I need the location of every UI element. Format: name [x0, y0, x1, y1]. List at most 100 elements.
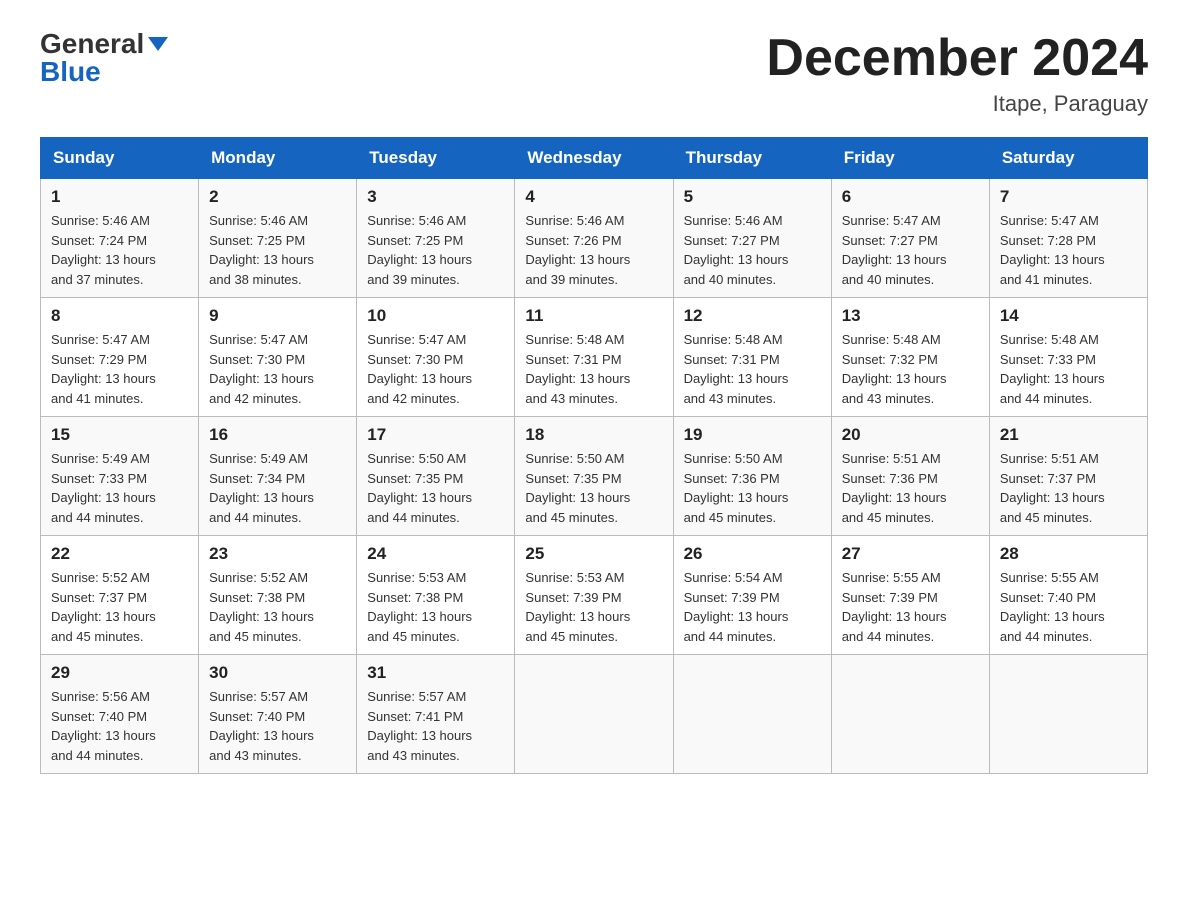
- day-number: 28: [1000, 544, 1137, 564]
- day-number: 15: [51, 425, 188, 445]
- calendar-cell: 4 Sunrise: 5:46 AMSunset: 7:26 PMDaylight…: [515, 179, 673, 298]
- calendar-cell: 24Sunrise: 5:53 AMSunset: 7:38 PMDayligh…: [357, 536, 515, 655]
- day-number: 16: [209, 425, 346, 445]
- calendar-cell: 31 Sunrise: 5:57 AMSunset: 7:41 PMDayligh…: [357, 655, 515, 774]
- week-row-3: 15 Sunrise: 5:49 AMSunset: 7:33 PMDayligh…: [41, 417, 1148, 536]
- day-info: Sunrise: 5:47 AMSunset: 7:27 PMDaylight:…: [842, 211, 979, 289]
- day-info: Sunrise: 5:46 AMSunset: 7:25 PMDaylight:…: [209, 211, 346, 289]
- day-info: Sunrise: 5:48 AMSunset: 7:31 PMDaylight:…: [525, 330, 662, 408]
- weekday-header-sunday: Sunday: [41, 138, 199, 179]
- day-info: Sunrise: 5:49 AMSunset: 7:33 PMDaylight:…: [51, 449, 188, 527]
- day-number: 20: [842, 425, 979, 445]
- calendar-cell: 9 Sunrise: 5:47 AMSunset: 7:30 PMDaylight…: [199, 298, 357, 417]
- calendar-cell: 12Sunrise: 5:48 AMSunset: 7:31 PMDayligh…: [673, 298, 831, 417]
- logo-arrow-icon: [148, 37, 168, 51]
- calendar-cell: 6 Sunrise: 5:47 AMSunset: 7:27 PMDaylight…: [831, 179, 989, 298]
- day-number: 26: [684, 544, 821, 564]
- day-info: Sunrise: 5:48 AMSunset: 7:33 PMDaylight:…: [1000, 330, 1137, 408]
- day-number: 22: [51, 544, 188, 564]
- day-number: 2: [209, 187, 346, 207]
- calendar-cell: 5Sunrise: 5:46 AMSunset: 7:27 PMDaylight…: [673, 179, 831, 298]
- weekday-header-row: SundayMondayTuesdayWednesdayThursdayFrid…: [41, 138, 1148, 179]
- calendar-cell: 27 Sunrise: 5:55 AMSunset: 7:39 PMDayligh…: [831, 536, 989, 655]
- day-info: Sunrise: 5:51 AMSunset: 7:36 PMDaylight:…: [842, 449, 979, 527]
- day-info: Sunrise: 5:50 AMSunset: 7:35 PMDaylight:…: [367, 449, 504, 527]
- page-header: General Blue December 2024 Itape, Paragu…: [40, 30, 1148, 117]
- calendar-cell: [515, 655, 673, 774]
- calendar-cell: 13 Sunrise: 5:48 AMSunset: 7:32 PMDayligh…: [831, 298, 989, 417]
- calendar-cell: [831, 655, 989, 774]
- day-info: Sunrise: 5:52 AMSunset: 7:37 PMDaylight:…: [51, 568, 188, 646]
- day-number: 13: [842, 306, 979, 326]
- calendar-cell: 19 Sunrise: 5:50 AMSunset: 7:36 PMDayligh…: [673, 417, 831, 536]
- calendar-cell: 22 Sunrise: 5:52 AMSunset: 7:37 PMDayligh…: [41, 536, 199, 655]
- calendar-cell: [989, 655, 1147, 774]
- calendar-table: SundayMondayTuesdayWednesdayThursdayFrid…: [40, 137, 1148, 774]
- calendar-cell: 25 Sunrise: 5:53 AMSunset: 7:39 PMDayligh…: [515, 536, 673, 655]
- day-number: 8: [51, 306, 188, 326]
- day-number: 19: [684, 425, 821, 445]
- day-info: Sunrise: 5:47 AMSunset: 7:30 PMDaylight:…: [367, 330, 504, 408]
- day-number: 10: [367, 306, 504, 326]
- week-row-5: 29 Sunrise: 5:56 AMSunset: 7:40 PMDayligh…: [41, 655, 1148, 774]
- day-number: 25: [525, 544, 662, 564]
- calendar-cell: 23 Sunrise: 5:52 AMSunset: 7:38 PMDayligh…: [199, 536, 357, 655]
- month-title: December 2024: [766, 30, 1148, 87]
- calendar-cell: 3 Sunrise: 5:46 AMSunset: 7:25 PMDaylight…: [357, 179, 515, 298]
- day-number: 23: [209, 544, 346, 564]
- day-info: Sunrise: 5:55 AMSunset: 7:39 PMDaylight:…: [842, 568, 979, 646]
- header-right: December 2024 Itape, Paraguay: [766, 30, 1148, 117]
- day-info: Sunrise: 5:53 AMSunset: 7:39 PMDaylight:…: [525, 568, 662, 646]
- day-info: Sunrise: 5:57 AMSunset: 7:41 PMDaylight:…: [367, 687, 504, 765]
- day-info: Sunrise: 5:50 AMSunset: 7:36 PMDaylight:…: [684, 449, 821, 527]
- calendar-cell: 8Sunrise: 5:47 AMSunset: 7:29 PMDaylight…: [41, 298, 199, 417]
- day-number: 14: [1000, 306, 1137, 326]
- day-info: Sunrise: 5:46 AMSunset: 7:25 PMDaylight:…: [367, 211, 504, 289]
- day-number: 27: [842, 544, 979, 564]
- day-info: Sunrise: 5:46 AMSunset: 7:27 PMDaylight:…: [684, 211, 821, 289]
- day-info: Sunrise: 5:57 AMSunset: 7:40 PMDaylight:…: [209, 687, 346, 765]
- location: Itape, Paraguay: [766, 91, 1148, 117]
- logo-general-text: General: [40, 30, 144, 58]
- calendar-cell: 21Sunrise: 5:51 AMSunset: 7:37 PMDayligh…: [989, 417, 1147, 536]
- day-number: 29: [51, 663, 188, 683]
- calendar-cell: 30 Sunrise: 5:57 AMSunset: 7:40 PMDayligh…: [199, 655, 357, 774]
- day-number: 11: [525, 306, 662, 326]
- day-number: 17: [367, 425, 504, 445]
- calendar-cell: 15 Sunrise: 5:49 AMSunset: 7:33 PMDayligh…: [41, 417, 199, 536]
- weekday-header-wednesday: Wednesday: [515, 138, 673, 179]
- weekday-header-tuesday: Tuesday: [357, 138, 515, 179]
- day-info: Sunrise: 5:52 AMSunset: 7:38 PMDaylight:…: [209, 568, 346, 646]
- day-info: Sunrise: 5:55 AMSunset: 7:40 PMDaylight:…: [1000, 568, 1137, 646]
- weekday-header-saturday: Saturday: [989, 138, 1147, 179]
- day-number: 4: [525, 187, 662, 207]
- day-info: Sunrise: 5:54 AMSunset: 7:39 PMDaylight:…: [684, 568, 821, 646]
- week-row-4: 22 Sunrise: 5:52 AMSunset: 7:37 PMDayligh…: [41, 536, 1148, 655]
- week-row-1: 1Sunrise: 5:46 AMSunset: 7:24 PMDaylight…: [41, 179, 1148, 298]
- calendar-cell: 2 Sunrise: 5:46 AMSunset: 7:25 PMDaylight…: [199, 179, 357, 298]
- day-number: 30: [209, 663, 346, 683]
- day-info: Sunrise: 5:56 AMSunset: 7:40 PMDaylight:…: [51, 687, 188, 765]
- day-info: Sunrise: 5:49 AMSunset: 7:34 PMDaylight:…: [209, 449, 346, 527]
- calendar-cell: 29 Sunrise: 5:56 AMSunset: 7:40 PMDayligh…: [41, 655, 199, 774]
- weekday-header-monday: Monday: [199, 138, 357, 179]
- calendar-cell: 26 Sunrise: 5:54 AMSunset: 7:39 PMDayligh…: [673, 536, 831, 655]
- calendar-cell: 10 Sunrise: 5:47 AMSunset: 7:30 PMDayligh…: [357, 298, 515, 417]
- calendar-cell: 1Sunrise: 5:46 AMSunset: 7:24 PMDaylight…: [41, 179, 199, 298]
- day-info: Sunrise: 5:47 AMSunset: 7:30 PMDaylight:…: [209, 330, 346, 408]
- calendar-cell: 17 Sunrise: 5:50 AMSunset: 7:35 PMDayligh…: [357, 417, 515, 536]
- day-number: 31: [367, 663, 504, 683]
- day-number: 3: [367, 187, 504, 207]
- day-info: Sunrise: 5:51 AMSunset: 7:37 PMDaylight:…: [1000, 449, 1137, 527]
- logo-blue-text: Blue: [40, 58, 101, 86]
- day-info: Sunrise: 5:46 AMSunset: 7:26 PMDaylight:…: [525, 211, 662, 289]
- weekday-header-friday: Friday: [831, 138, 989, 179]
- calendar-cell: 11 Sunrise: 5:48 AMSunset: 7:31 PMDayligh…: [515, 298, 673, 417]
- calendar-cell: 28 Sunrise: 5:55 AMSunset: 7:40 PMDayligh…: [989, 536, 1147, 655]
- day-number: 6: [842, 187, 979, 207]
- calendar-cell: 14 Sunrise: 5:48 AMSunset: 7:33 PMDayligh…: [989, 298, 1147, 417]
- day-info: Sunrise: 5:47 AMSunset: 7:28 PMDaylight:…: [1000, 211, 1137, 289]
- day-info: Sunrise: 5:48 AMSunset: 7:32 PMDaylight:…: [842, 330, 979, 408]
- day-number: 9: [209, 306, 346, 326]
- day-info: Sunrise: 5:48 AMSunset: 7:31 PMDaylight:…: [684, 330, 821, 408]
